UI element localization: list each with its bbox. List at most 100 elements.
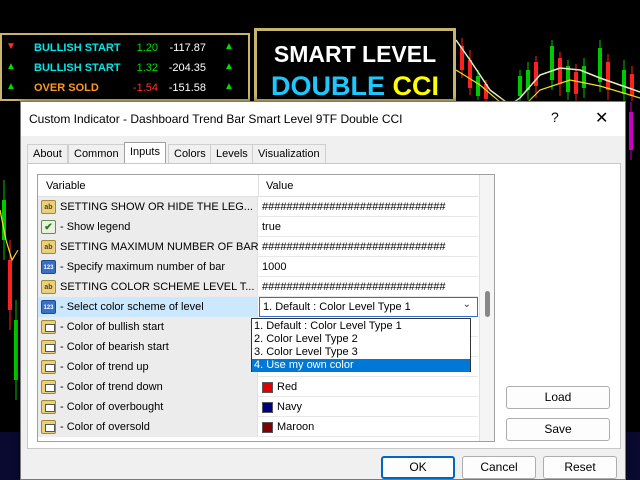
color-swatch[interactable] [262,422,273,433]
input-value-cell[interactable]: true [259,217,478,237]
tab-bar: About Common Inputs Colors Levels Visual… [27,142,621,164]
input-value: 1000 [262,261,287,273]
input-value: Red [277,381,298,393]
candle-body [518,76,522,96]
input-variable-name: - Color of bullish start [60,321,164,333]
tab-about[interactable]: About [27,144,68,163]
scrollbar-thumb[interactable] [485,291,490,317]
load-button[interactable]: Load [506,386,610,409]
input-row[interactable]: ✔ - Show legend true [38,217,478,237]
input-variable-name: SETTING COLOR SCHEME LEVEL T... [60,281,255,293]
input-variable-cell[interactable]: ab SETTING COLOR SCHEME LEVEL T... [38,277,258,297]
help-icon[interactable]: ? [551,109,559,125]
input-variable-cell[interactable]: ab SETTING MAXIMUM NUMBER OF BAR [38,237,259,257]
number-type-icon: 123 [41,260,56,274]
select-current-value: 1. Default : Color Level Type 1 [263,301,411,313]
input-value-cell[interactable]: ############################## [259,237,478,257]
number-type-icon: 123 [41,300,56,314]
input-variable-name: SETTING MAXIMUM NUMBER OF BAR [60,241,259,253]
input-variable-name: - Select color scheme of level [60,301,204,313]
grid-header: Variable Value [38,175,478,197]
input-variable-name: - Color of trend down [60,381,163,393]
dashboard-value-1: -1.54 [132,82,158,94]
candle-body [566,66,570,92]
column-header-value[interactable]: Value [266,180,293,192]
inputs-tab-panel: Variable Value ab SETTING SHOW OR HIDE TH… [27,163,621,449]
input-variable-name: - Show legend [60,221,131,233]
input-variable-name: - Color of overbought [60,401,164,413]
column-header-variable[interactable]: Variable [46,180,86,192]
input-value-cell[interactable]: 1000 [259,257,478,277]
color-swatch[interactable] [262,402,273,413]
input-row[interactable]: - Color of oversold Maroon [38,417,478,437]
tab-common[interactable]: Common [68,144,125,163]
grid-scrollbar[interactable] [479,175,494,441]
dropdown-option-highlighted[interactable]: 4. Use my own color [252,359,470,372]
input-value-cell[interactable]: Navy [259,397,478,417]
input-value-cell[interactable]: ############################## [259,197,478,217]
input-variable-cell[interactable]: - Color of bullish start [38,317,258,337]
candle-body [476,76,480,96]
color-swatch[interactable] [262,382,273,393]
input-variable-cell[interactable]: 123 - Specify maximum number of bar [38,257,258,277]
color-type-icon [41,420,56,434]
input-variable-cell[interactable]: - Color of oversold [38,417,258,437]
indicator-title-panel: SMART LEVEL DOUBLE CCI [254,28,456,102]
up-arrow-icon: ▲ [6,61,16,72]
input-variable-cell[interactable]: 123 - Select color scheme of level [38,297,258,317]
dialog-titlebar[interactable]: Custom Indicator - Dashboard Trend Bar S… [21,102,625,136]
tab-inputs[interactable]: Inputs [124,142,166,164]
input-value-cell[interactable]: Red [259,377,478,397]
ok-button[interactable]: OK [381,456,455,479]
dashboard-value-1: 1.32 [136,62,158,74]
input-row[interactable]: 123 - Specify maximum number of bar 1000 [38,257,478,277]
dropdown-option[interactable]: 2. Color Level Type 2 [252,333,470,346]
input-row[interactable]: - Color of overbought Navy [38,397,478,417]
color-type-icon [41,380,56,394]
tab-visualization[interactable]: Visualization [252,144,326,163]
input-variable-cell[interactable]: - Color of bearish start [38,337,258,357]
cancel-button[interactable]: Cancel [462,456,536,479]
tab-levels[interactable]: Levels [210,144,254,163]
up-arrow-icon: ▲ [6,81,16,92]
chevron-down-icon[interactable]: ⌄ [463,299,471,310]
close-icon[interactable]: ✕ [595,108,608,128]
title-line-2: DOUBLE CCI [257,71,453,102]
candle-body [550,46,554,80]
input-variable-cell[interactable]: - Color of overbought [38,397,258,417]
dashboard-value-2: -117.87 [169,42,207,54]
string-type-icon: ab [41,240,56,254]
input-variable-name: - Specify maximum number of bar [60,261,226,273]
input-row[interactable]: ab SETTING COLOR SCHEME LEVEL T... #######… [38,277,478,297]
dialog-title: Custom Indicator - Dashboard Trend Bar S… [29,112,403,126]
reset-button[interactable]: Reset [543,456,617,479]
dropdown-option[interactable]: 1. Default : Color Level Type 1 [252,320,470,333]
color-scheme-select[interactable]: 1. Default : Color Level Type 1 ⌄ [259,297,478,317]
color-type-icon [41,360,56,374]
input-variable-cell[interactable]: - Color of trend up [38,357,258,377]
dashboard-value-1: 1.20 [136,42,158,54]
candle-body [8,260,12,310]
input-variable-cell[interactable]: - Color of trend down [38,377,258,397]
input-value-cell[interactable]: Maroon [259,417,478,437]
input-variable-name: - Color of oversold [60,421,150,433]
title-word-cci: CCI [392,71,440,101]
color-scheme-dropdown-list[interactable]: 1. Default : Color Level Type 1 2. Color… [251,318,471,372]
dashboard-row: ▼ BULLISH START 1.20 -117.87 ▲ [2,39,252,57]
input-row[interactable]: ab SETTING MAXIMUM NUMBER OF BAR #########… [38,237,478,257]
input-value: Maroon [277,421,315,433]
input-variable-cell[interactable]: ✔ - Show legend [38,217,258,237]
candle-body [468,60,472,88]
color-type-icon [41,340,56,354]
candle-body [14,320,18,380]
up-arrow-icon: ▲ [224,41,234,52]
tab-colors[interactable]: Colors [168,144,212,163]
input-row[interactable]: ab SETTING SHOW OR HIDE THE LEG... #######… [38,197,478,217]
input-value-cell[interactable]: ############################## [259,277,478,297]
input-row[interactable]: - Color of trend down Red [38,377,478,397]
save-button[interactable]: Save [506,418,610,441]
dropdown-option[interactable]: 3. Color Level Type 3 [252,346,470,359]
candle-body [630,74,634,96]
input-row[interactable]: 123 - Select color scheme of level 1. Defa… [38,297,478,317]
input-variable-cell[interactable]: ab SETTING SHOW OR HIDE THE LEG... [38,197,258,217]
